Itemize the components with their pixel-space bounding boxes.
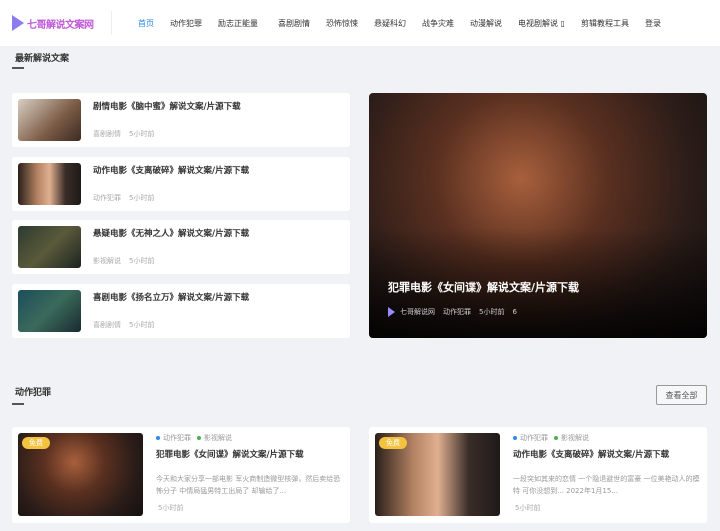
post-thumbnail[interactable] bbox=[18, 99, 81, 141]
post-thumbnail[interactable] bbox=[18, 226, 81, 268]
post-card[interactable]: 免费 动作犯罪 影视解说 动作电影《支离破碎》解说文案/片源下载 一段突如其来的恋… bbox=[369, 427, 707, 523]
nav-war[interactable]: 战争灾难 bbox=[422, 18, 454, 29]
post-excerpt: 一段突如其来的恋情 一个隐退避世的富豪 一位美艳动人的模特 可你没想到... 2… bbox=[513, 475, 700, 495]
post-title[interactable]: 动作电影《支离破碎》解说文案/片源下载 bbox=[93, 164, 249, 176]
post-meta: 喜剧剧情 5小时前 bbox=[93, 320, 162, 330]
list-item[interactable]: 剧情电影《脑中蜜》解说文案/片源下载 喜剧剧情 5小时前 bbox=[12, 93, 350, 147]
featured-post[interactable]: 犯罪电影《女间谍》解说文案/片源下载 七哥解说网 动作犯罪 5小时前 6 bbox=[369, 93, 707, 338]
nav-inspirational[interactable]: 励志正能量 bbox=[218, 18, 258, 29]
featured-author[interactable]: 七哥解说网 bbox=[400, 307, 435, 317]
latest-section-title: 最新解说文案 bbox=[15, 54, 70, 64]
featured-meta: 七哥解说网 动作犯罪 5小时前 6 bbox=[388, 307, 525, 317]
post-title[interactable]: 剧情电影《脑中蜜》解说文案/片源下载 bbox=[93, 100, 241, 112]
post-time: 5小时前 bbox=[129, 194, 155, 202]
free-badge: 免费 bbox=[379, 437, 407, 449]
site-header: 七哥解说文案网 首页 动作犯罪 励志正能量 喜剧剧情 恐怖惊悚 悬疑科幻 战争灾… bbox=[0, 0, 720, 46]
post-time: 5小时前 bbox=[129, 321, 155, 329]
post-tags: 动作犯罪 影视解说 bbox=[513, 433, 595, 443]
featured-time: 5小时前 bbox=[479, 308, 505, 316]
featured-title[interactable]: 犯罪电影《女间谍》解说文案/片源下载 bbox=[388, 279, 579, 295]
view-all-button[interactable]: 查看全部 bbox=[656, 385, 707, 405]
play-logo-icon bbox=[12, 15, 24, 31]
tag-dot-icon bbox=[513, 436, 517, 440]
list-item[interactable]: 悬疑电影《无神之人》解说文案/片源下载 影视解说 5小时前 bbox=[12, 220, 350, 274]
post-excerpt: 今天和大家分享一部电影 军火商制造微型核弹，然后卖给恐怖分子 中情局猛男特工出局… bbox=[156, 475, 341, 495]
nav-tv[interactable]: 电视剧解说 ▯ bbox=[518, 18, 565, 29]
nav-tools[interactable]: 剪辑教程工具 bbox=[581, 18, 629, 29]
post-title[interactable]: 悬疑电影《无神之人》解说文案/片源下载 bbox=[93, 227, 249, 239]
post-time: 5小时前 bbox=[515, 504, 541, 512]
tag-dot-icon bbox=[156, 436, 160, 440]
post-meta: 影视解说 5小时前 bbox=[93, 256, 162, 266]
post-thumbnail[interactable] bbox=[18, 290, 81, 332]
post-card[interactable]: 免费 动作犯罪 影视解说 犯罪电影《女间谍》解说文案/片源下载 今天和大家分享一部… bbox=[12, 427, 350, 523]
section-underline bbox=[12, 403, 24, 405]
main-nav: 首页 动作犯罪 励志正能量 喜剧剧情 恐怖惊悚 悬疑科幻 战争灾难 动漫解说 电… bbox=[138, 0, 677, 46]
nav-comedy[interactable]: 喜剧剧情 bbox=[278, 18, 310, 29]
featured-views: 6 bbox=[512, 308, 517, 316]
post-time: 5小时前 bbox=[129, 257, 155, 265]
post-thumbnail[interactable]: 免费 bbox=[18, 433, 143, 516]
post-title[interactable]: 动作电影《支离破碎》解说文案/片源下载 bbox=[513, 448, 669, 460]
nav-horror[interactable]: 恐怖惊悚 bbox=[326, 18, 358, 29]
tag-link[interactable]: 影视解说 bbox=[561, 433, 589, 443]
post-category[interactable]: 喜剧剧情 bbox=[93, 130, 121, 138]
featured-category[interactable]: 动作犯罪 bbox=[443, 307, 471, 317]
post-tags: 动作犯罪 影视解说 bbox=[156, 433, 238, 443]
play-icon bbox=[388, 307, 395, 317]
post-title[interactable]: 喜剧电影《扬名立万》解说文案/片源下载 bbox=[93, 291, 249, 303]
list-item[interactable]: 喜剧电影《扬名立万》解说文案/片源下载 喜剧剧情 5小时前 bbox=[12, 284, 350, 338]
post-category[interactable]: 动作犯罪 bbox=[93, 194, 121, 202]
nav-scifi[interactable]: 悬疑科幻 bbox=[374, 18, 406, 29]
action-section-title: 动作犯罪 bbox=[15, 388, 52, 398]
post-meta: 喜剧剧情 5小时前 bbox=[93, 129, 162, 139]
nav-login[interactable]: 登录 bbox=[645, 18, 661, 29]
post-thumbnail[interactable]: 免费 bbox=[375, 433, 500, 516]
tag-dot-icon bbox=[554, 436, 558, 440]
tag-link[interactable]: 动作犯罪 bbox=[163, 433, 191, 443]
tag-link[interactable]: 影视解说 bbox=[204, 433, 232, 443]
post-time: 5小时前 bbox=[129, 130, 155, 138]
tag-link[interactable]: 动作犯罪 bbox=[520, 433, 548, 443]
site-logo[interactable]: 七哥解说文案网 bbox=[12, 11, 112, 35]
section-underline bbox=[12, 67, 24, 69]
tag-dot-icon bbox=[197, 436, 201, 440]
nav-home[interactable]: 首页 bbox=[138, 18, 154, 29]
post-category[interactable]: 影视解说 bbox=[93, 257, 121, 265]
list-item[interactable]: 动作电影《支离破碎》解说文案/片源下载 动作犯罪 5小时前 bbox=[12, 157, 350, 211]
nav-action-crime[interactable]: 动作犯罪 bbox=[170, 18, 202, 29]
post-thumbnail[interactable] bbox=[18, 163, 81, 205]
free-badge: 免费 bbox=[22, 437, 50, 449]
post-category[interactable]: 喜剧剧情 bbox=[93, 321, 121, 329]
post-time: 5小时前 bbox=[158, 504, 184, 512]
post-meta: 动作犯罪 5小时前 bbox=[93, 193, 162, 203]
post-title[interactable]: 犯罪电影《女间谍》解说文案/片源下载 bbox=[156, 448, 304, 460]
nav-anime[interactable]: 动漫解说 bbox=[470, 18, 502, 29]
